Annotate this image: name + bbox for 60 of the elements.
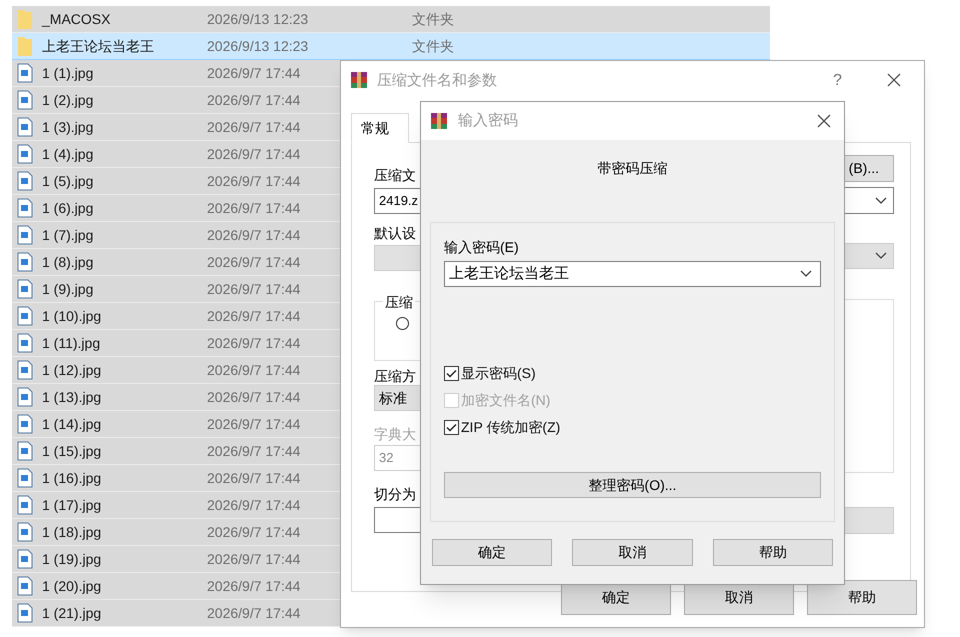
field-label: 压缩方 [374,367,416,386]
file-date: 2026/9/7 17:44 [207,64,300,82]
file-date: 2026/9/13 12:23 [207,10,308,28]
file-date: 2026/9/7 17:44 [207,280,300,298]
file-name: 1 (10).jpg [42,306,102,326]
file-name: 1 (19).jpg [42,550,102,569]
file-name: 1 (9).jpg [42,280,94,299]
file-date: 2026/9/7 17:44 [207,144,300,164]
file-date: 2026/9/7 17:44 [207,226,300,244]
file-name: 1 (4).jpg [42,144,94,164]
file-date: 2026/9/7 17:44 [207,252,300,272]
file-name: 1 (5).jpg [42,172,94,191]
file-date: 2026/9/7 17:44 [207,306,300,326]
file-name: 1 (1).jpg [42,64,94,83]
file-name: 1 (18).jpg [42,522,102,542]
file-name: 1 (3).jpg [42,118,94,137]
file-date: 2026/9/7 17:44 [207,90,300,110]
file-name: 1 (12).jpg [42,360,102,380]
file-date: 2026/9/7 17:44 [207,118,300,136]
file-type: 文件夹 [412,10,454,28]
window-title: 输入密码 [458,110,519,131]
file-date: 2026/9/13 12:23 [207,36,308,56]
checkbox-label: 加密文件名(N) [461,391,550,410]
file-date: 2026/9/7 17:44 [207,172,300,190]
file-name: 1 (14).jpg [42,414,102,434]
file-date: 2026/9/7 17:44 [207,604,300,622]
file-name: 上老王论坛当老王 [42,36,155,56]
file-date: 2026/9/7 17:44 [207,550,300,568]
file-date: 2026/9/7 17:44 [207,414,300,434]
file-date: 2026/9/7 17:44 [207,334,300,352]
file-date: 2026/9/7 17:44 [207,198,300,218]
file-name: 1 (16).jpg [42,468,102,488]
file-date: 2026/9/7 17:44 [207,522,300,542]
file-name: 1 (20).jpg [42,576,102,596]
file-name: 1 (8).jpg [42,252,94,272]
dialog-heading: 带密码压缩 [598,159,668,178]
file-name: _MACOSX [42,10,112,29]
field-label: 字典大 [374,425,416,444]
file-type: 文件夹 [412,36,454,56]
file-date: 2026/9/7 17:44 [207,496,300,514]
file-date: 2026/9/7 17:44 [207,360,300,380]
file-name: 1 (17).jpg [42,496,102,515]
file-date: 2026/9/7 17:44 [207,468,300,488]
checkbox-label: 显示密码(S) [461,364,536,383]
file-name: 1 (15).jpg [42,442,102,461]
checkbox-label: ZIP 传统加密(Z) [461,418,560,437]
field-label: 默认设 [374,224,416,243]
file-date: 2026/9/7 17:44 [207,388,300,406]
file-name: 1 (21).jpg [42,604,102,623]
field-label: 压缩文 [374,166,416,185]
file-date: 2026/9/7 17:44 [207,442,300,460]
file-name: 1 (11).jpg [42,334,102,353]
file-date: 2026/9/7 17:44 [207,576,300,596]
field-label: 切分为 [374,485,416,504]
file-name: 1 (2).jpg [42,90,94,110]
file-name: 1 (6).jpg [42,198,94,218]
window-title: 压缩文件名和参数 [377,71,497,91]
file-name: 1 (7).jpg [42,226,94,245]
field-label: 输入密码(E) [444,238,519,257]
file-name: 1 (13).jpg [42,388,102,407]
